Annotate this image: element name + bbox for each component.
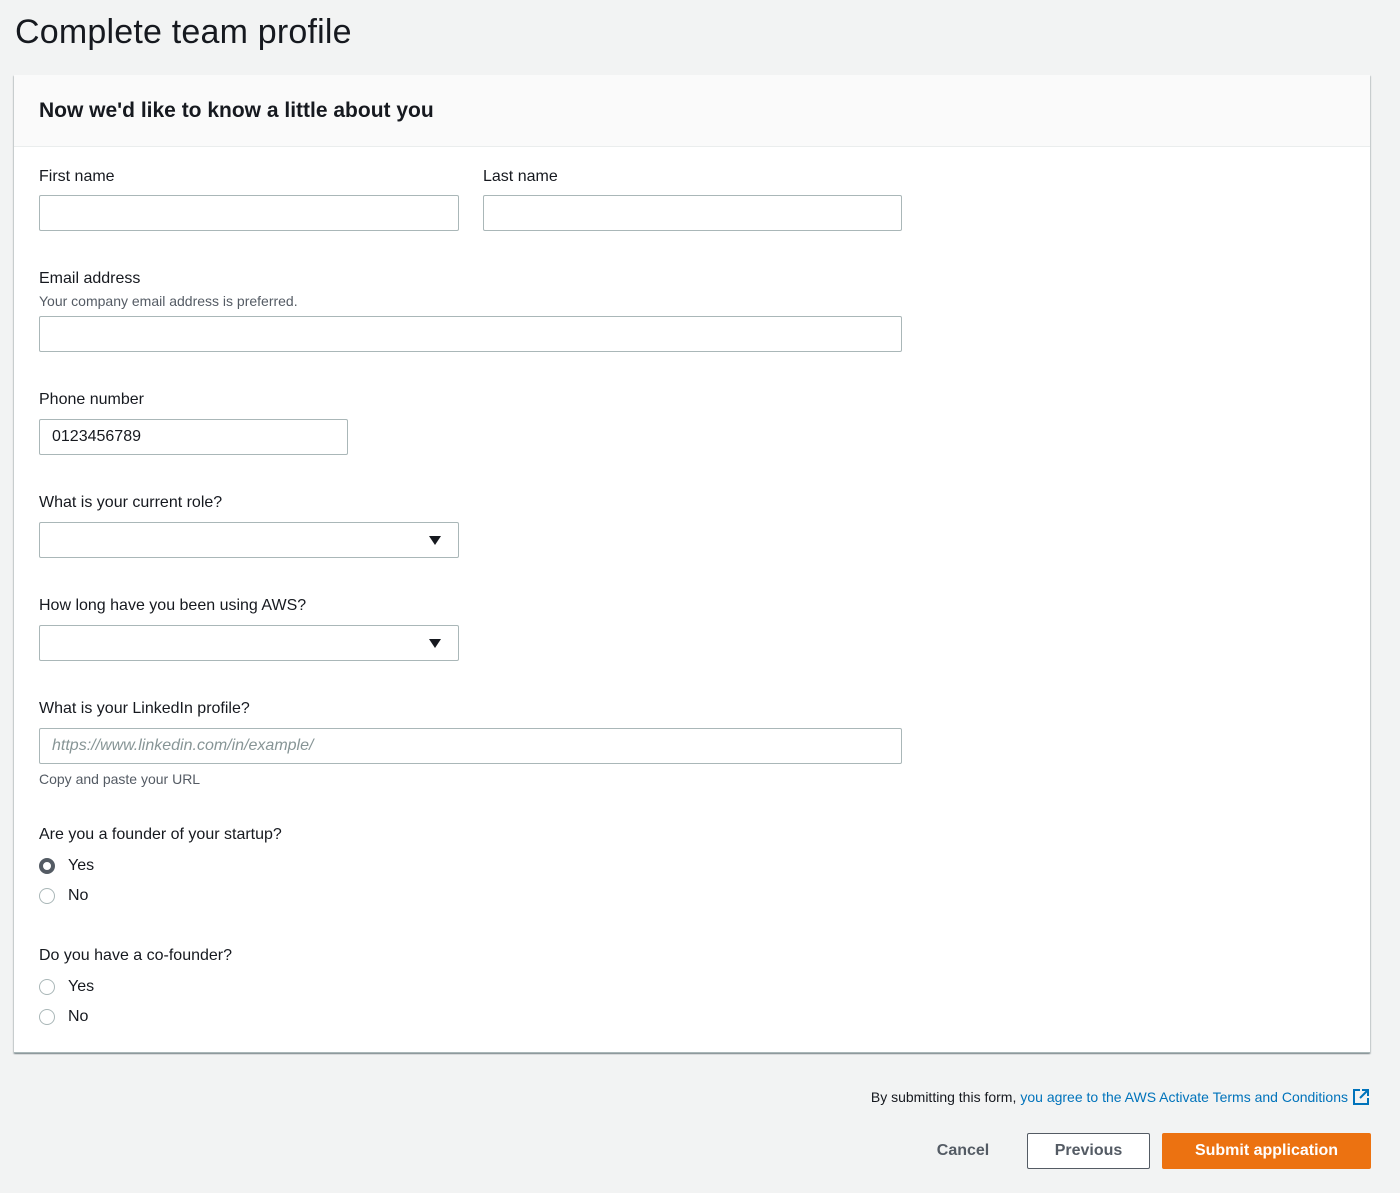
last-name-input[interactable] bbox=[483, 195, 902, 231]
email-label: Email address bbox=[39, 270, 141, 287]
caret-down-icon bbox=[429, 536, 441, 545]
role-select[interactable] bbox=[39, 522, 459, 558]
first-name-input[interactable] bbox=[39, 195, 459, 231]
founder-no-label: No bbox=[68, 887, 89, 904]
cofounder-no-label: No bbox=[68, 1008, 89, 1025]
terms-link[interactable]: you agree to the AWS Activate Terms and … bbox=[1020, 1089, 1348, 1105]
aws-duration-label: How long have you been using AWS? bbox=[39, 597, 307, 614]
terms-notice: By submitting this form, you agree to th… bbox=[871, 1088, 1370, 1106]
cancel-button[interactable]: Cancel bbox=[922, 1133, 1004, 1169]
radio-checked-icon[interactable] bbox=[39, 858, 55, 874]
submit-application-button[interactable]: Submit application bbox=[1162, 1133, 1371, 1169]
founder-option-yes[interactable]: Yes bbox=[39, 856, 94, 876]
previous-button[interactable]: Previous bbox=[1027, 1133, 1150, 1169]
first-name-label: First name bbox=[39, 168, 115, 185]
last-name-label: Last name bbox=[483, 168, 558, 185]
linkedin-hint: Copy and paste your URL bbox=[39, 771, 201, 787]
cofounder-option-no[interactable]: No bbox=[39, 1007, 88, 1027]
email-description: Your company email address is preferred. bbox=[39, 293, 298, 309]
cofounder-label: Do you have a co-founder? bbox=[39, 947, 233, 964]
radio-unchecked-icon[interactable] bbox=[39, 888, 55, 904]
phone-input[interactable] bbox=[39, 419, 348, 455]
phone-label: Phone number bbox=[39, 391, 144, 408]
email-input[interactable] bbox=[39, 316, 902, 352]
role-label: What is your current role? bbox=[39, 494, 223, 511]
external-link-icon[interactable] bbox=[1352, 1088, 1370, 1106]
linkedin-label: What is your LinkedIn profile? bbox=[39, 700, 250, 717]
terms-prefix: By submitting this form, bbox=[870, 1089, 1017, 1105]
linkedin-input[interactable] bbox=[39, 728, 902, 764]
caret-down-icon bbox=[429, 639, 441, 648]
founder-option-no[interactable]: No bbox=[39, 886, 88, 906]
panel-heading: Now we'd like to know a little about you bbox=[39, 98, 434, 122]
cofounder-option-yes[interactable]: Yes bbox=[39, 977, 94, 997]
radio-unchecked-icon[interactable] bbox=[39, 979, 55, 995]
aws-duration-select[interactable] bbox=[39, 625, 459, 661]
page-title: Complete team profile bbox=[15, 13, 352, 51]
panel-header: Now we'd like to know a little about you bbox=[14, 75, 1370, 147]
founder-yes-label: Yes bbox=[68, 857, 95, 874]
cofounder-yes-label: Yes bbox=[68, 978, 95, 995]
founder-label: Are you a founder of your startup? bbox=[39, 826, 282, 843]
radio-unchecked-icon[interactable] bbox=[39, 1009, 55, 1025]
